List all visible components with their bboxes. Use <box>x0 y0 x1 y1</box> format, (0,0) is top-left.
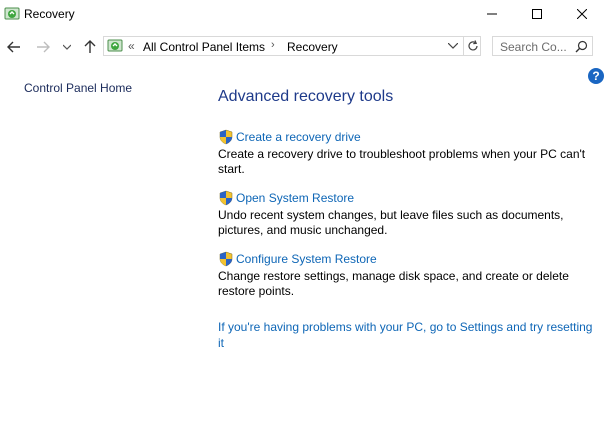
help-icon[interactable]: ? <box>588 68 604 84</box>
control-panel-icon <box>107 38 123 54</box>
breadcrumb-recovery[interactable]: Recovery <box>287 40 338 54</box>
recovery-app-icon <box>4 6 20 22</box>
breadcrumb-separator-icon[interactable]: › <box>271 39 275 51</box>
uac-shield-icon <box>218 190 234 206</box>
maximize-button[interactable] <box>514 0 560 28</box>
search-box[interactable]: Search Co... <box>492 36 593 56</box>
up-button[interactable] <box>81 37 99 57</box>
search-icon[interactable] <box>575 40 588 58</box>
window-title: Recovery <box>24 7 75 21</box>
breadcrumb-overflow-icon[interactable]: « <box>128 39 135 53</box>
address-bar[interactable]: « All Control Panel Items › Recovery <box>103 36 481 56</box>
page-heading: Advanced recovery tools <box>218 88 394 105</box>
back-button[interactable] <box>5 37 23 57</box>
configure-system-restore-description: Change restore settings, manage disk spa… <box>218 269 569 298</box>
refresh-button[interactable] <box>463 37 482 55</box>
uac-shield-icon <box>218 251 234 267</box>
open-system-restore-link[interactable]: Open System Restore <box>236 191 354 205</box>
configure-system-restore-link[interactable]: Configure System Restore <box>236 252 377 266</box>
minimize-button[interactable] <box>469 0 515 28</box>
breadcrumb-all-control-panel-items[interactable]: All Control Panel Items <box>143 40 265 54</box>
reset-pc-settings-link[interactable]: If you're having problems with your PC, … <box>218 320 598 351</box>
open-system-restore-description: Undo recent system changes, but leave fi… <box>218 208 564 237</box>
create-recovery-drive-link[interactable]: Create a recovery drive <box>236 130 361 144</box>
recent-locations-dropdown[interactable] <box>60 37 74 57</box>
create-recovery-drive-description: Create a recovery drive to troubleshoot … <box>218 147 586 176</box>
uac-shield-icon <box>218 129 234 145</box>
close-button[interactable] <box>559 0 604 28</box>
title-bar: Recovery <box>0 0 604 28</box>
address-dropdown-button[interactable] <box>443 37 463 55</box>
control-panel-home-link[interactable]: Control Panel Home <box>24 81 132 95</box>
search-placeholder: Search Co... <box>500 40 567 54</box>
forward-button[interactable] <box>34 37 52 57</box>
